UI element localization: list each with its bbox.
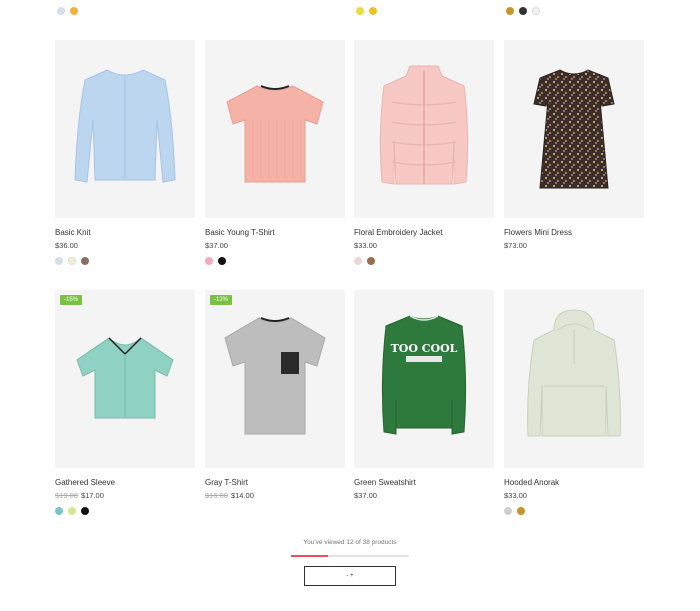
product-image[interactable]: -15% [55, 290, 195, 468]
product-name[interactable]: Flowers Mini Dress [504, 227, 644, 238]
product-price: $33.00 [504, 491, 644, 501]
color-swatches [354, 257, 494, 265]
product-image[interactable]: -12% [205, 290, 345, 468]
anorak-icon [527, 309, 621, 437]
product-price-value: $37.00 [354, 491, 377, 500]
puffer-jacket-icon [379, 65, 469, 185]
partial-swatch-group-1 [57, 7, 78, 15]
product-image[interactable] [504, 290, 644, 468]
product-name[interactable]: Basic Knit [55, 227, 195, 238]
product-card[interactable]: TOO COOL Green Sweatshirt $37.00 [354, 290, 494, 507]
product-card[interactable]: Basic Knit $36.00 [55, 40, 195, 265]
product-card[interactable]: Floral Embroidery Jacket $33.00 [354, 40, 494, 265]
product-price: $37.00 [205, 241, 345, 251]
dress-icon [533, 69, 615, 189]
color-swatch[interactable] [356, 7, 364, 15]
product-old-price: $16.00 [205, 491, 228, 500]
color-swatch[interactable] [218, 257, 226, 265]
color-swatch[interactable] [369, 7, 377, 15]
partial-swatch-group-3 [356, 7, 377, 15]
product-price-value: $17.00 [80, 491, 104, 500]
product-old-price: $19.00 [55, 491, 78, 500]
color-swatch[interactable] [81, 507, 89, 515]
product-price: $19.00 $17.00 [55, 491, 195, 501]
product-price: $37.00 [354, 491, 494, 501]
product-card[interactable]: Flowers Mini Dress $73.00 [504, 40, 644, 257]
viewed-progress-fill [291, 555, 329, 557]
color-swatch[interactable] [367, 257, 375, 265]
product-price-value: $14.00 [230, 491, 254, 500]
color-swatches [55, 507, 195, 515]
product-listing-page: Basic Knit $36.00 Basic Young T-Shirt $3… [0, 0, 700, 611]
color-swatches [504, 507, 644, 515]
color-swatch[interactable] [354, 257, 362, 265]
discount-badge: -15% [60, 295, 83, 305]
product-price: $16.00 $14.00 [205, 491, 345, 501]
discount-badge: -12% [210, 295, 233, 305]
product-name[interactable]: Gray T-Shirt [205, 477, 345, 488]
sweatshirt-icon: TOO COOL [381, 315, 467, 435]
color-swatch[interactable] [55, 507, 63, 515]
color-swatch[interactable] [519, 7, 527, 15]
product-card[interactable]: Basic Young T-Shirt $37.00 [205, 40, 345, 265]
product-price-value: $37.00 [205, 241, 228, 250]
color-swatch[interactable] [506, 7, 514, 15]
product-price: $33.00 [354, 241, 494, 251]
product-image[interactable] [504, 40, 644, 218]
color-swatch[interactable] [68, 257, 76, 265]
color-swatches [205, 257, 345, 265]
cardigan-icon [74, 69, 176, 183]
color-swatch[interactable] [70, 7, 78, 15]
product-card[interactable]: Hooded Anorak $33.00 [504, 290, 644, 515]
color-swatch[interactable] [55, 257, 63, 265]
product-price-value: $33.00 [354, 241, 377, 250]
product-image[interactable] [205, 40, 345, 218]
product-image[interactable] [354, 40, 494, 218]
product-name[interactable]: Green Sweatshirt [354, 477, 494, 488]
product-price-value: $33.00 [504, 491, 527, 500]
product-price: $73.00 [504, 241, 644, 251]
color-swatch[interactable] [205, 257, 213, 265]
color-swatch[interactable] [57, 7, 65, 15]
color-swatch[interactable] [517, 507, 525, 515]
color-swatch[interactable] [68, 507, 76, 515]
partial-swatch-group-4 [506, 7, 540, 15]
sweatshirt-print-text: TOO COOL [391, 342, 458, 355]
color-swatch[interactable] [504, 507, 512, 515]
product-name[interactable]: Gathered Sleeve [55, 477, 195, 488]
pagination-footer: You've viewed 12 of 38 products - + [0, 538, 700, 586]
viewed-count-text: You've viewed 12 of 38 products [303, 539, 397, 546]
pocket-tshirt-icon [224, 317, 326, 435]
color-swatch[interactable] [532, 7, 540, 15]
product-image[interactable]: TOO COOL [354, 290, 494, 468]
tshirt-icon [226, 85, 324, 183]
product-name[interactable]: Hooded Anorak [504, 477, 644, 488]
crop-top-icon [76, 337, 174, 419]
product-image[interactable] [55, 40, 195, 218]
product-name[interactable]: Basic Young T-Shirt [205, 227, 345, 238]
product-card[interactable]: -15% Gathered Sleeve $19.00 $17.00 [55, 290, 195, 515]
product-name[interactable]: Floral Embroidery Jacket [354, 227, 494, 238]
product-price-value: $36.00 [55, 241, 78, 250]
product-price-value: $73.00 [504, 241, 527, 250]
color-swatch[interactable] [81, 257, 89, 265]
load-more-button[interactable]: - + [304, 566, 396, 586]
product-price: $36.00 [55, 241, 195, 251]
partial-row-swatches [0, 7, 700, 19]
viewed-progress-bar [291, 555, 409, 557]
product-card[interactable]: -12% Gray T-Shirt $16.00 $14.00 [205, 290, 345, 507]
color-swatches [55, 257, 195, 265]
